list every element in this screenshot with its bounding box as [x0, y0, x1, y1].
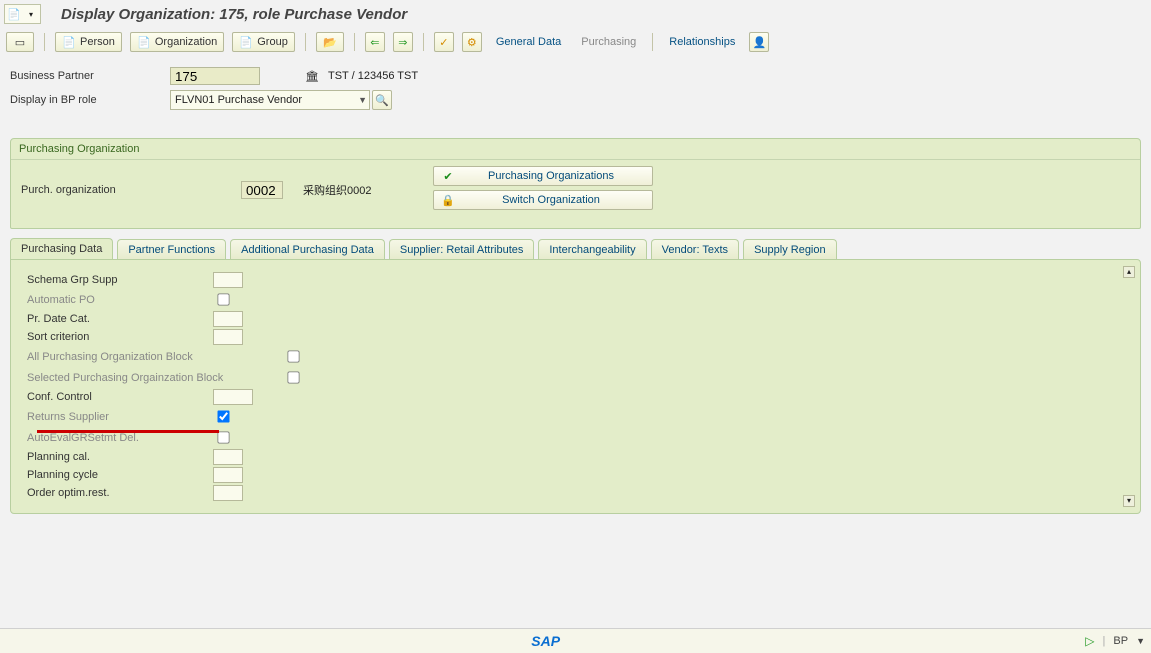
separator [354, 33, 355, 51]
status-bp: BP [1113, 635, 1128, 647]
role-value: FLVN01 Purchase Vendor [175, 94, 302, 106]
check-icon: ✓ [437, 35, 451, 49]
field-label-planning_cal: Planning cal. [23, 449, 213, 465]
check-icon: ✔ [440, 170, 456, 183]
field-input-planning_cycle[interactable] [213, 467, 243, 483]
scroll-up-button[interactable]: ▴ [1123, 266, 1135, 278]
tab-supply-region[interactable]: Supply Region [743, 239, 837, 260]
field-label-automatic_po: Automatic PO [23, 292, 213, 308]
page-title: Display Organization: 175, role Purchase… [61, 6, 407, 23]
relationships-link[interactable]: Relationships [663, 34, 741, 50]
field-label-autoeval: AutoEvalGRSetmt Del. [23, 430, 213, 446]
settings-button[interactable]: ⚙ [462, 32, 482, 52]
field-input-sort_criterion[interactable] [213, 329, 243, 345]
tab-content: ▴ ▾ Schema Grp Supp Automatic PO Pr. Date … [10, 259, 1141, 514]
sap-logo: SAP [531, 633, 560, 649]
field-checkbox-autoeval [217, 431, 229, 443]
field-label-sel_purch_block: Selected Purchasing Orgainzation Block [23, 370, 283, 386]
purch-org-description: 采购组织0002 [303, 182, 433, 198]
person-button[interactable]: 📄 Person [55, 32, 122, 52]
folder-open-icon: 📂 [323, 35, 337, 49]
chevron-down-icon: ▼ [358, 95, 367, 105]
bp-input[interactable] [170, 67, 260, 85]
bp-info-icon: 🏛 [302, 66, 322, 86]
toggle-button[interactable]: ▭ [6, 32, 34, 52]
person-label: Person [80, 36, 115, 48]
separator [423, 33, 424, 51]
tab-additional-purchasing[interactable]: Additional Purchasing Data [230, 239, 385, 260]
bp-description: TST / 123456 TST [328, 70, 418, 82]
separator [652, 33, 653, 51]
scroll-down-button[interactable]: ▾ [1123, 495, 1135, 507]
panel-title: Purchasing Organization [11, 139, 1140, 160]
field-input-planning_cal[interactable] [213, 449, 243, 465]
gear-icon: ⚙ [465, 35, 479, 49]
arrow-right-icon: ⇒ [396, 35, 410, 49]
window-icon: ▭ [13, 35, 27, 49]
purchasing-org-panel: Purchasing Organization Purch. organizat… [10, 138, 1141, 229]
extra-button[interactable]: 👤 [749, 32, 769, 52]
group-label: Group [257, 36, 288, 48]
field-checkbox-all_purch_block [287, 350, 299, 362]
purchasing-orgs-button[interactable]: ✔Purchasing Organizations [433, 166, 653, 186]
open-button[interactable]: 📂 [316, 32, 344, 52]
back-button[interactable]: ⇐ [365, 32, 385, 52]
purch-org-label: Purch. organization [21, 184, 241, 196]
tab-purchasing-data[interactable]: Purchasing Data [10, 238, 113, 260]
forward-button[interactable]: ⇒ [393, 32, 413, 52]
role-search-button[interactable]: 🔍 [372, 90, 392, 110]
status-chevron-icon[interactable]: ▼ [1136, 636, 1145, 646]
arrow-left-icon: ⇐ [368, 35, 382, 49]
field-checkbox-returns_supplier [217, 410, 229, 422]
organization-label: Organization [155, 36, 217, 48]
tab-interchangeability[interactable]: Interchangeability [538, 239, 646, 260]
field-input-pr_date_cat[interactable] [213, 311, 243, 327]
organization-button[interactable]: 📄 Organization [130, 32, 224, 52]
dropdown-icon: ▾ [23, 6, 39, 22]
separator [44, 33, 45, 51]
field-label-order_optim: Order optim.rest. [23, 485, 213, 501]
field-label-planning_cycle: Planning cycle [23, 467, 213, 483]
refresh-button[interactable]: ✓ [434, 32, 454, 52]
field-label-sort_criterion: Sort criterion [23, 329, 213, 345]
role-label: Display in BP role [10, 94, 170, 106]
list-icon: 📄 [6, 6, 22, 22]
field-label-schema_grp: Schema Grp Supp [23, 272, 213, 288]
tab-partner-functions[interactable]: Partner Functions [117, 239, 226, 260]
field-input-conf_control[interactable] [213, 389, 253, 405]
field-checkbox-sel_purch_block [287, 371, 299, 383]
tab-supplier-retail[interactable]: Supplier: Retail Attributes [389, 239, 535, 260]
field-label-conf_control: Conf. Control [23, 389, 213, 405]
search-icon: 🔍 [375, 94, 389, 107]
separator [305, 33, 306, 51]
separator: | [1103, 635, 1106, 647]
group-button[interactable]: 📄 Group [232, 32, 295, 52]
bp-label: Business Partner [10, 70, 170, 82]
switch-org-button[interactable]: 🔒Switch Organization [433, 190, 653, 210]
person-icon: 📄 [62, 35, 76, 49]
purchasing-link: Purchasing [575, 34, 642, 50]
tab-vendor-texts[interactable]: Vendor: Texts [651, 239, 739, 260]
field-label-returns_supplier: Returns Supplier [23, 409, 213, 425]
group-icon: 📄 [239, 35, 253, 49]
field-label-all_purch_block: All Purchasing Organization Block [23, 349, 283, 365]
org-icon: 📄 [137, 35, 151, 49]
field-checkbox-automatic_po [217, 293, 229, 305]
title-menu[interactable]: 📄 ▾ [4, 4, 41, 24]
field-input-order_optim[interactable] [213, 485, 243, 501]
chart-icon: 👤 [752, 35, 766, 49]
general-data-link[interactable]: General Data [490, 34, 567, 50]
play-icon[interactable]: ▷ [1085, 634, 1094, 648]
field-input-schema_grp[interactable] [213, 272, 243, 288]
field-label-pr_date_cat: Pr. Date Cat. [23, 311, 213, 327]
lock-icon: 🔒 [440, 194, 456, 207]
purch-org-input[interactable] [241, 181, 283, 199]
role-select[interactable]: FLVN01 Purchase Vendor ▼ [170, 90, 370, 110]
